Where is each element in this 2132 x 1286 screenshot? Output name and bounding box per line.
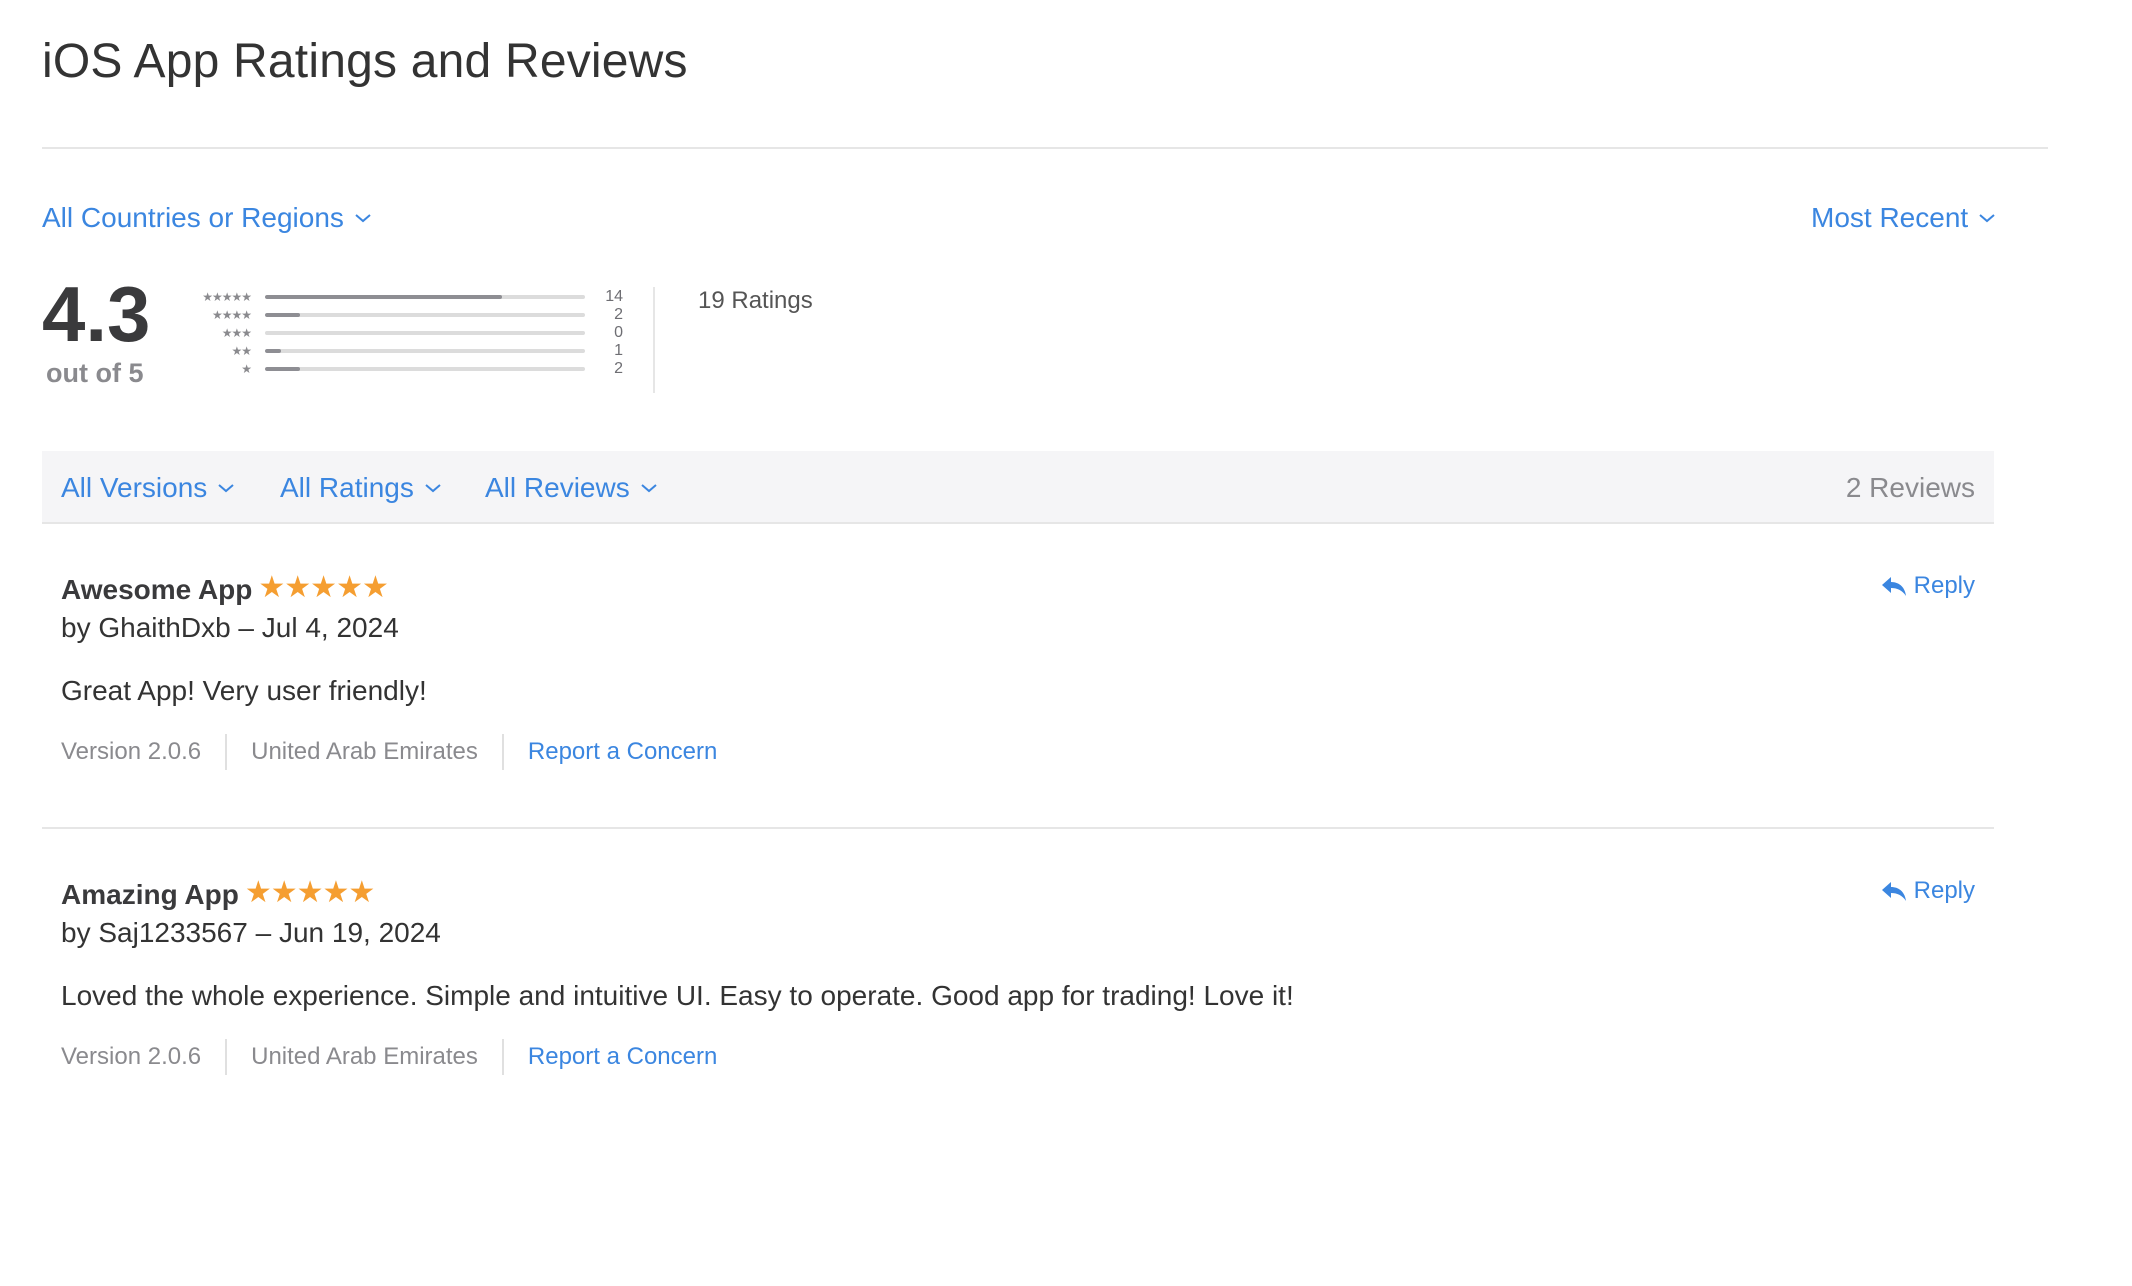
reviews-dropdown[interactable]: All Reviews [485,472,658,504]
histogram-count: 2 [614,360,623,377]
histogram-bar-track [265,349,585,353]
reply-arrow-icon [1880,574,1908,598]
histogram-count: 0 [614,324,623,341]
reply-button[interactable]: Reply [1880,877,1975,905]
review-title: Amazing App [61,878,239,910]
histogram-stars: ★★★★ [211,308,252,322]
review-author-date: by GhaithDxb – Jul 4, 2024 [61,612,399,643]
review-star-rating: ★★★★★ [244,876,375,909]
histogram-bar-fill [265,367,301,371]
review-divider [42,827,1994,829]
histogram-bar-track [265,295,585,299]
chevron-down-icon [354,212,372,224]
histogram-bar-track [265,313,585,317]
versions-dropdown[interactable]: All Versions [61,472,235,504]
histogram-stars: ★ [241,362,252,376]
histogram-bar-fill [265,295,502,299]
histogram-row-2: ★★ 1 [185,342,625,360]
chevron-down-icon [424,482,442,494]
country-dropdown[interactable]: All Countries or Regions [42,202,372,234]
review-item: Awesome App ★★★★★ Reply by GhaithDxb – J… [42,571,1994,782]
rating-scale-label: out of 5 [46,358,144,388]
title-divider [42,147,2048,149]
histogram-row-3: ★★★ 0 [185,324,625,342]
chevron-down-icon [217,482,235,494]
review-version: Version 2.0.6 [61,1043,202,1070]
reviews-dropdown-label: All Reviews [485,472,630,503]
review-author-date: by Saj1233567 – Jun 19, 2024 [61,917,441,948]
review-country: United Arab Emirates [225,734,502,770]
reply-label: Reply [1913,572,1975,599]
rating-histogram: ★★★★★ 14 ★★★★ 2 ★★★ 0 ★★ 1 ★ 2 [185,288,625,378]
review-title-row: Amazing App ★★★★★ [61,876,375,912]
review-footer: Version 2.0.6 United Arab Emirates Repor… [61,734,741,770]
ratings-dropdown-label: All Ratings [280,472,414,503]
chevron-down-icon [1978,212,1996,224]
review-footer: Version 2.0.6 United Arab Emirates Repor… [61,1039,741,1075]
histogram-stars: ★★ [231,344,252,358]
review-version: Version 2.0.6 [61,738,202,765]
chevron-down-icon [640,482,658,494]
review-item: Amazing App ★★★★★ Reply by Saj1233567 – … [42,876,1994,1087]
review-title: Awesome App [61,573,253,605]
report-concern-link[interactable]: Report a Concern [501,1039,741,1075]
average-rating: 4.3 [42,270,151,358]
country-dropdown-label: All Countries or Regions [42,202,344,233]
histogram-row-4: ★★★★ 2 [185,306,625,324]
histogram-bar-fill [265,313,301,317]
report-concern-link[interactable]: Report a Concern [501,734,741,770]
ratings-reviews-page: iOS App Ratings and Reviews All Countrie… [0,0,2132,1286]
histogram-count: 14 [605,288,623,305]
histogram-stars: ★★★★★ [202,290,252,304]
page-title: iOS App Ratings and Reviews [42,35,688,88]
histogram-count: 1 [614,342,623,359]
versions-dropdown-label: All Versions [61,472,208,503]
review-filter-bar: All Versions All Ratings All Reviews 2 R… [42,451,1994,524]
histogram-bar-track [265,331,585,335]
reviews-count: 2 Reviews [1845,472,1975,503]
histogram-bar-fill [265,349,281,353]
review-body: Great App! Very user friendly! [61,675,427,706]
histogram-row-1: ★ 2 [185,360,625,378]
review-body: Loved the whole experience. Simple and i… [61,980,1294,1011]
reply-label: Reply [1913,877,1975,904]
review-title-row: Awesome App ★★★★★ [61,571,389,607]
histogram-bar-track [265,367,585,371]
histogram-count: 2 [614,306,623,323]
sort-dropdown[interactable]: Most Recent [1811,202,1996,234]
reply-button[interactable]: Reply [1880,572,1975,600]
total-ratings: 19 Ratings [698,287,813,314]
review-star-rating: ★★★★★ [258,571,388,604]
sort-dropdown-label: Most Recent [1811,202,1969,233]
ratings-dropdown[interactable]: All Ratings [280,472,442,504]
reply-arrow-icon [1880,879,1908,903]
summary-divider [653,287,655,393]
histogram-stars: ★★★ [221,326,252,340]
review-country: United Arab Emirates [225,1039,502,1075]
histogram-row-5: ★★★★★ 14 [185,288,625,306]
